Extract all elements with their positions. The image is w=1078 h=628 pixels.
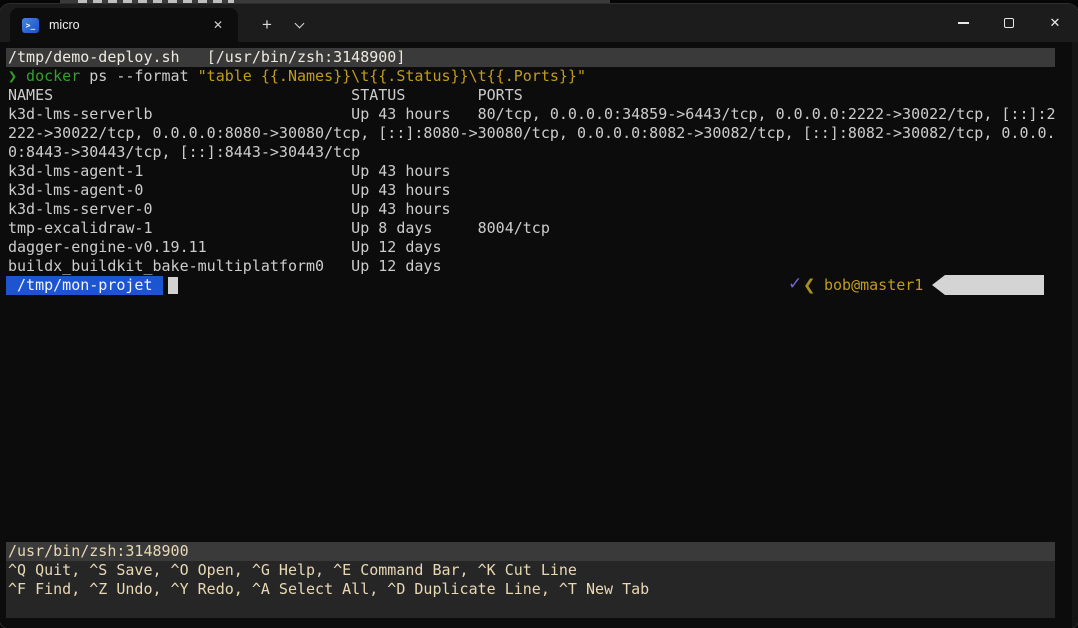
new-tab-button[interactable]: + [252, 12, 282, 38]
scrollbar-track[interactable] [1072, 42, 1078, 628]
table-row: dagger-engine-v0.19.11 Up 12 days [8, 238, 441, 257]
tab-title: micro [49, 18, 208, 32]
table-row: k3d-lms-server-0 Up 43 hours [8, 200, 451, 219]
micro-tabbar-line: /tmp/demo-deploy.sh [/usr/bin/zsh:314890… [8, 48, 405, 67]
chevron-down-icon [295, 19, 305, 29]
terminal-cursor [168, 277, 178, 294]
command-args: ps --format [80, 67, 197, 85]
prompt-check-icon: ✓ [788, 275, 802, 294]
table-row: k3d-lms-serverlb Up 43 hours 80/tcp, 0.0… [8, 105, 1056, 124]
help-line-1: ^Q Quit, ^S Save, ^O Open, ^G Help, ^E C… [8, 561, 577, 580]
prompt-arrow-segment [932, 275, 1044, 295]
command-quoted-string: "table {{.Names}}\t{{.Status}}\t{{.Ports… [198, 67, 586, 85]
help-line-2: ^F Find, ^Z Undo, ^Y Redo, ^A Select All… [8, 580, 649, 599]
micro-tab-file[interactable]: /tmp/demo-deploy.sh [8, 48, 180, 66]
close-button[interactable]: ✕ [1032, 4, 1078, 42]
maximize-button[interactable] [986, 4, 1032, 42]
caption-buttons: ✕ [940, 4, 1078, 42]
command-line: ❯ docker ps --format "table {{.Names}}\t… [8, 67, 586, 86]
table-row: tmp-excalidraw-1 Up 8 days 8004/tcp [8, 219, 550, 238]
micro-statusline: /usr/bin/zsh:3148900 [6, 542, 1055, 561]
prompt-cwd: /tmp/mon-projet [8, 276, 153, 295]
micro-tab-terminal[interactable]: [/usr/bin/zsh:3148900] [207, 48, 406, 66]
statusline-text: /usr/bin/zsh:3148900 [8, 542, 189, 561]
title-bar: >_ micro ✕ + ✕ [0, 4, 1078, 42]
terminal-content: /tmp/demo-deploy.sh [/usr/bin/zsh:314890… [0, 42, 1078, 628]
powershell-icon: >_ [22, 18, 39, 33]
tab-dropdown-button[interactable] [286, 12, 314, 38]
table-header-line: NAMES STATUS PORTS [8, 86, 523, 105]
prompt-char: ❯ [8, 67, 17, 85]
table-row: buildx_buildkit_bake-multiplatform0 Up 1… [8, 257, 441, 276]
terminal-window: >_ micro ✕ + ✕ /tmp/demo-deploy.sh [/usr… [0, 4, 1078, 628]
table-row: k3d-lms-agent-1 Up 43 hours [8, 162, 451, 181]
table-row-wrap: 0:8443->30443/tcp, [::]:8443->30443/tcp [8, 143, 360, 162]
micro-tabbar: /tmp/demo-deploy.sh [/usr/bin/zsh:314890… [6, 48, 1055, 67]
terminal-tab-micro[interactable]: >_ micro ✕ [10, 8, 238, 42]
command-name: docker [17, 67, 80, 85]
maximize-icon [1004, 18, 1014, 28]
table-row-wrap: 222->30022/tcp, 0.0.0.0:8080->30080/tcp,… [8, 124, 1056, 143]
prompt-user-host: bob@master1 [824, 276, 923, 295]
micro-tabbar-gap [180, 48, 207, 66]
tab-close-icon[interactable]: ✕ [208, 16, 228, 34]
minimize-button[interactable] [940, 4, 986, 42]
prompt-chevron-left-icon: ❮ [803, 276, 816, 295]
minimize-icon [958, 22, 969, 24]
table-row: k3d-lms-agent-0 Up 43 hours [8, 181, 451, 200]
